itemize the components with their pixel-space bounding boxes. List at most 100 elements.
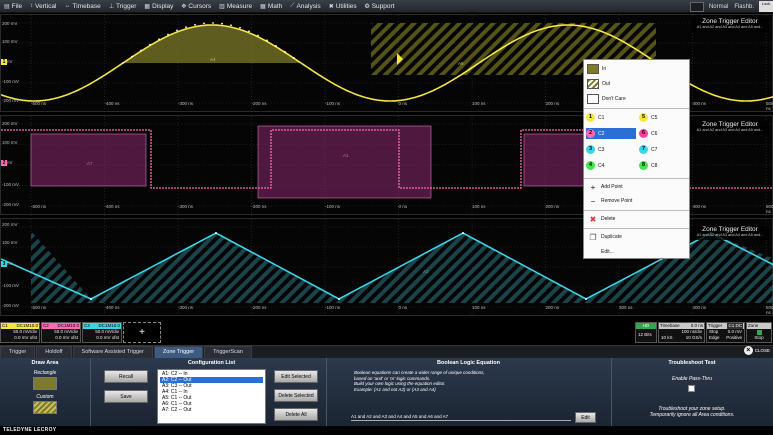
channel-select-c3[interactable]: 3 C3 (586, 144, 636, 155)
lock-icon[interactable]: Lock (759, 1, 773, 12)
menu-label: File (11, 2, 23, 10)
duplicate-item[interactable]: ❐ Duplicate (584, 231, 689, 243)
dialog-tabs: Trigger Holdoff Software Assisted Trigger Z… (0, 345, 773, 358)
menu-bar: ▤ File ↕ Vertical ↔ Timebase ⊥ Trigger ▦ Display ✥… (0, 0, 773, 13)
c2-name: C2 (43, 323, 49, 328)
zone-point (266, 39, 268, 42)
equation-field[interactable]: A1 and A2 and A3 and A4 and A5 and A6 an… (351, 412, 571, 421)
x-tick-label: -200 ns (251, 204, 267, 209)
zone-trigger-editor-label[interactable]: Zone Trigger Editor A1 and A2 and A3 and… (691, 121, 769, 135)
x-tick-label: -500 ns (31, 101, 47, 106)
zone-trigger-editor-label[interactable]: Zone Trigger Editor A1 and A2 and A3 and… (691, 226, 769, 240)
c3-ground-marker[interactable]: 3 (1, 261, 7, 267)
add-point-item[interactable]: + Add Point (584, 181, 689, 193)
zone-descriptor[interactable]: Zone Stop (746, 322, 772, 343)
menu-file[interactable]: ▤ File (0, 0, 26, 13)
channel-select-c4[interactable]: 4 C4 (586, 160, 636, 171)
edit-item[interactable]: Edit... (584, 246, 689, 258)
y-label: -100 mV (2, 283, 20, 288)
zone-trigger-editor-label[interactable]: Zone Trigger Editor A1 and A2 and A3 and… (691, 18, 769, 32)
c2-descriptor[interactable]: C2 DC1M10.0 50.0 mV/div 0.0 mV ofst (41, 322, 81, 343)
resolution-descriptor[interactable]: HD 12 Bits (635, 322, 657, 343)
delete-all-button[interactable]: Delete All (274, 408, 318, 421)
menu-trigger[interactable]: ⊥ Trigger (105, 0, 141, 13)
x-tick-label: 300 ns (619, 305, 633, 310)
menu-vertical[interactable]: ↕ Vertical (26, 0, 60, 13)
c1-descriptor[interactable]: C1 DC1M10.0 50.0 mV/div 0.0 mV ofst (0, 322, 40, 343)
channel-select-c7[interactable]: 7 C7 (639, 144, 687, 155)
delete-item[interactable]: ✖ Delete (584, 213, 689, 225)
cursors-icon: ✥ (181, 3, 187, 10)
zone-point (140, 49, 142, 52)
custom-draw-button[interactable] (33, 401, 57, 414)
section-divider (326, 358, 327, 426)
menu-label: Vertical (35, 2, 57, 10)
timebase-descriptor[interactable]: Timebase 0.0 ns 100 ns/div 10 kS 10 GS/s (658, 322, 705, 343)
equation-edit-button[interactable]: Edit (575, 412, 596, 423)
channel-select-c2[interactable]: 2 C2 (586, 128, 636, 139)
menu-label: Display (152, 2, 174, 10)
tab-software-assisted-trigger[interactable]: Software Assisted Trigger (72, 346, 153, 358)
tab-trigger[interactable]: Trigger (0, 346, 36, 358)
tab-zone-trigger[interactable]: Zone Trigger (153, 346, 204, 358)
x-tick-label: 200 ns (545, 101, 560, 106)
menu-cursors[interactable]: ✥ Cursors (177, 0, 215, 13)
configuration-list[interactable]: A1: C2 -- In A2: C2 -- Out A3: C3 -- Out A4… (157, 369, 266, 424)
menu-measure[interactable]: ▥ Measure (215, 0, 256, 13)
channel-select-c8[interactable]: 8 C8 (639, 160, 687, 171)
menu-timebase[interactable]: ↔ Timebase (60, 0, 104, 13)
x-tick-label: 0 ns (398, 305, 408, 310)
channel-select-c1[interactable]: 1 C1 (586, 112, 636, 123)
grid-layout-button[interactable] (689, 1, 704, 12)
flash-label[interactable]: Flashb. (731, 4, 757, 10)
edit-label: Edit... (601, 249, 614, 255)
menu-divider (584, 210, 689, 211)
menu-divider (584, 228, 689, 229)
config-list-title: Configuration List (187, 360, 236, 366)
tab-holdoff[interactable]: Holdoff (36, 346, 72, 358)
remove-point-item[interactable]: − Remove Point (584, 195, 689, 207)
zone-point (257, 34, 259, 37)
menu-display[interactable]: ▦ Display (140, 0, 177, 13)
trigger-descriptor[interactable]: Trigger C1 DC Stop 0.0 mV Edge Positive (706, 322, 745, 343)
y-label: -200 mV (2, 202, 20, 207)
out-option[interactable]: Out (584, 77, 689, 90)
x-tick-label: -300 ns (178, 305, 194, 310)
pass-thru-checkbox[interactable] (688, 385, 695, 392)
in-option[interactable]: In (584, 62, 689, 75)
c1-ground-marker[interactable]: 1 (1, 59, 7, 65)
edit-selected-button[interactable]: Edit Selected (274, 370, 318, 383)
menu-support[interactable]: ❂ Support (361, 0, 399, 13)
analysis-icon: ⟋ (290, 2, 295, 9)
zone-state: Stop (754, 335, 764, 340)
channel-select-c6[interactable]: 6 C6 (639, 128, 687, 139)
delete-selected-button[interactable]: Delete Selected (274, 389, 318, 402)
recall-button[interactable]: Recall (104, 370, 148, 383)
menu-utilities[interactable]: ✖ Utilities (325, 0, 361, 13)
add-channel-button[interactable]: + (123, 322, 161, 343)
x-tick-label: -100 ns (325, 305, 341, 310)
dont-care-option[interactable]: Don't Care (584, 92, 689, 105)
menu-analysis[interactable]: ⟋ Analysis (286, 0, 324, 13)
zone-point (284, 50, 286, 53)
channel-select-c5[interactable]: 5 C5 (639, 112, 687, 123)
x-tick-label: 400 ns (692, 101, 707, 106)
rectangle-draw-button[interactable] (33, 377, 57, 390)
config-list-item[interactable]: A7: C2 -- Out (160, 407, 263, 413)
menu-math[interactable]: ▦ Math (256, 0, 286, 13)
zte-title: Zone Trigger Editor (702, 121, 758, 128)
c3-offset: 0.0 mV ofst (96, 335, 119, 340)
zone-point (203, 22, 205, 25)
c2-ground-marker[interactable]: 2 (1, 160, 7, 166)
channel-number-icon: 2 (586, 129, 595, 138)
save-button[interactable]: Save (104, 390, 148, 403)
zte-title: Zone Trigger Editor (702, 226, 758, 233)
area-label: A1 (343, 153, 349, 158)
troubleshoot-line: Temporarily ignore all Area conditions. (649, 412, 735, 418)
close-button[interactable]: × CLOSE (743, 346, 770, 355)
acquisition-mode-label[interactable]: Normal (706, 4, 731, 10)
troubleshoot-title: Troubleshoot Test (668, 360, 716, 366)
zone-point (230, 24, 232, 27)
tab-triggerscan[interactable]: TriggerScan (204, 346, 252, 358)
c3-descriptor[interactable]: C3 DC1M10.0 50.0 mV/div 0.0 mV ofst (82, 322, 122, 343)
